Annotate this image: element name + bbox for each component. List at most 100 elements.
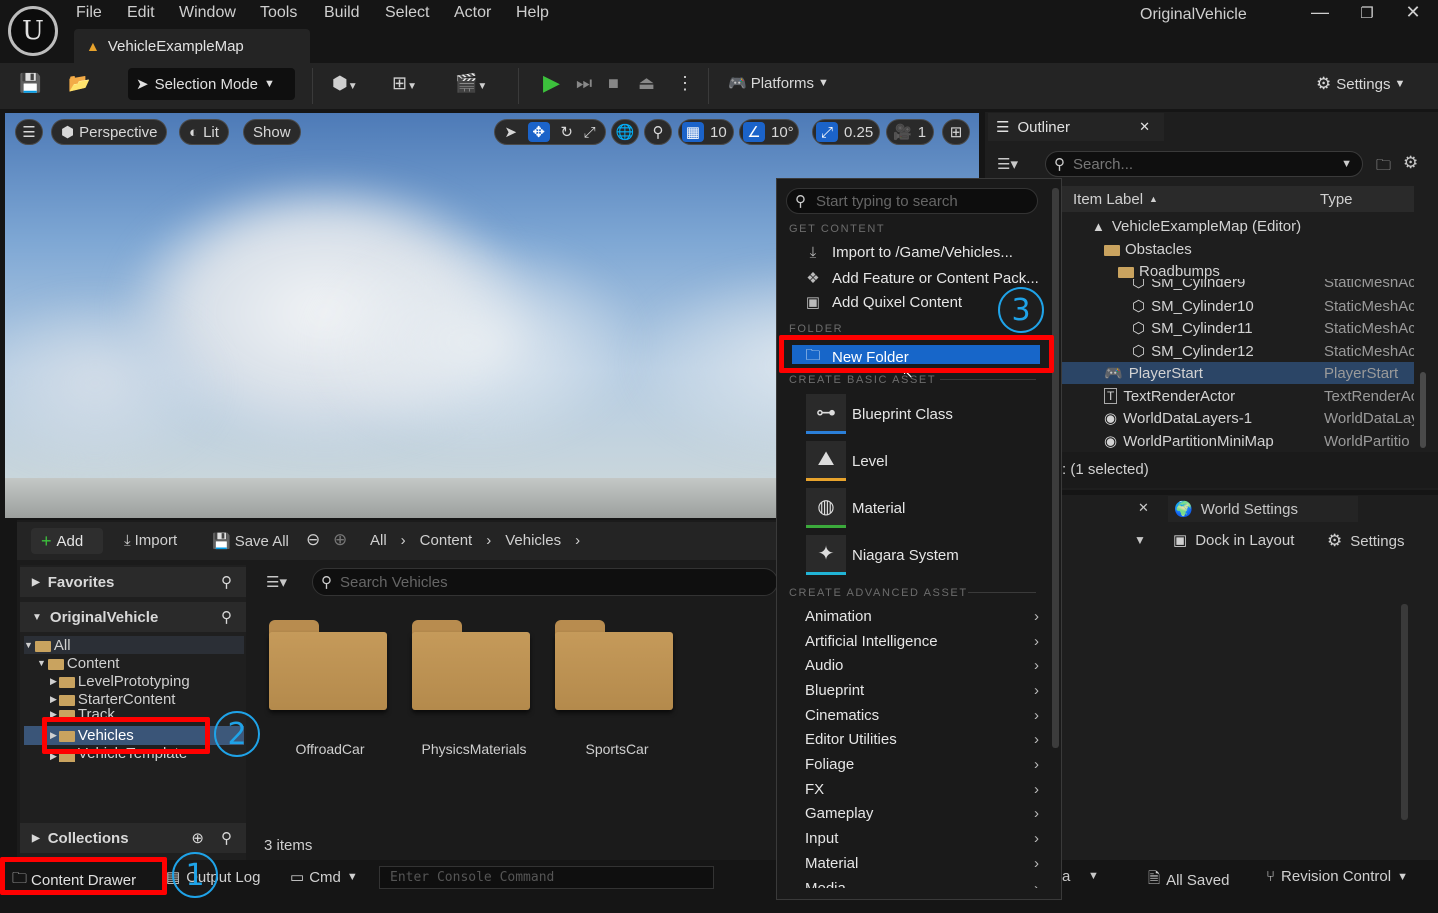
viewport-menu-button[interactable]: ☰ — [15, 119, 43, 145]
outliner-row[interactable]: ⬡ SM_Cylinder10 StaticMeshAc — [1062, 295, 1414, 317]
menu-item-gameplay[interactable]: Gameplay › — [805, 805, 1039, 822]
menu-item-add-quixel[interactable]: ▣ Add Quixel Content — [804, 293, 962, 312]
menu-item-foliage[interactable]: Foliage › — [805, 756, 1039, 773]
scale-snap[interactable]: ⤢ 0.25 — [812, 119, 880, 145]
favorites-header[interactable]: ▶ Favorites ⚲ — [20, 567, 246, 597]
tab-world-settings[interactable]: 🌍 World Settings — [1168, 496, 1358, 522]
breadcrumb-vehicles[interactable]: Vehicles — [505, 532, 561, 549]
filter-icon[interactable]: ☰▾ — [266, 573, 287, 591]
world-local-toggle[interactable]: 🌐 — [611, 119, 639, 145]
cinematics-icon[interactable]: 🎬▼ — [455, 73, 487, 94]
add-collection-icon[interactable]: ⊕ — [191, 829, 204, 847]
gear-icon[interactable]: ⚙ — [1403, 153, 1418, 173]
scale-tool-icon[interactable]: ⤢ — [584, 124, 596, 141]
outliner-row[interactable]: ◉ WorldPartitionMiniMap WorldPartitio — [1062, 430, 1414, 452]
cmd-dropdown[interactable]: ▭ Cmd ▼ — [290, 868, 358, 887]
outliner-row[interactable]: ⬡ SM_Cylinder12 StaticMeshAc — [1062, 340, 1414, 362]
advance-frame-icon[interactable]: ⏭ — [576, 73, 592, 94]
lit-button[interactable]: ◐ Lit — [179, 119, 229, 145]
settings-dropdown[interactable]: ⚙ Settings ▼ — [1316, 74, 1405, 94]
close-tab-icon[interactable]: ✕ — [1139, 119, 1150, 135]
surface-snap-toggle[interactable]: ⚲ — [644, 119, 672, 145]
all-saved-status[interactable]: 🗎 All Saved — [1148, 868, 1229, 893]
revision-control-dropdown[interactable]: ⑂ Revision Control ▼ — [1266, 868, 1408, 885]
outliner-row[interactable]: ⬡ SM_Cylinder11 StaticMeshAc — [1062, 317, 1414, 339]
tree-item-levelprototyping[interactable]: ▶ LevelPrototyping — [24, 672, 244, 690]
outliner-row[interactable]: ⬡ SM_Cylinder9 StaticMeshAc — [1062, 279, 1414, 291]
chevron-down-icon[interactable]: ▼ — [1134, 533, 1146, 547]
more-options-icon[interactable]: ⋮ — [676, 73, 694, 94]
breadcrumb-all[interactable]: All — [370, 532, 387, 549]
platforms-dropdown[interactable]: 🎮 Platforms ▼ — [728, 74, 829, 93]
forward-icon[interactable]: ⊕ — [333, 530, 347, 550]
show-button[interactable]: Show — [243, 119, 301, 145]
menu-build[interactable]: Build — [324, 4, 360, 22]
menu-select[interactable]: Select — [385, 4, 429, 22]
menu-item-blueprint[interactable]: Blueprint › — [805, 682, 1039, 699]
outliner-row-selected[interactable]: 🎮 PlayerStart PlayerStart — [1062, 362, 1414, 384]
back-icon[interactable]: ⊖ — [306, 530, 320, 550]
menu-file[interactable]: File — [76, 4, 102, 22]
menu-actor[interactable]: Actor — [454, 4, 491, 22]
folder-offroadcar[interactable] — [269, 620, 387, 710]
col-type[interactable]: Type — [1320, 191, 1353, 208]
minimize-icon[interactable]: — — [1305, 2, 1335, 23]
save-icon[interactable]: 💾 — [19, 73, 41, 94]
play-icon[interactable]: ▶ — [543, 70, 560, 96]
menu-help[interactable]: Help — [516, 4, 549, 22]
menu-item-import[interactable]: ⤓ Import to /Game/Vehicles... — [804, 244, 1013, 261]
tree-item-startercontent[interactable]: ▶ StarterContent — [24, 690, 244, 708]
content-browser-icon[interactable]: 📂 — [68, 73, 90, 94]
maximize-icon[interactable]: ❐ — [1352, 4, 1382, 22]
console-input[interactable]: Enter Console Command — [379, 866, 714, 889]
tree-item-all[interactable]: ▼ All — [24, 636, 244, 654]
breadcrumb-content[interactable]: Content — [420, 532, 473, 549]
eject-icon[interactable]: ⏏ — [638, 73, 655, 94]
menu-search-input[interactable]: ⚲ Start typing to search — [786, 188, 1038, 214]
outliner-search-input[interactable]: ⚲ Search... ▼ — [1045, 151, 1363, 177]
perspective-button[interactable]: ⬢ Perspective — [51, 119, 168, 145]
menu-item-material[interactable]: ◍ Material — [806, 488, 1046, 528]
menu-item-blueprint-class[interactable]: ⊶ Blueprint Class — [806, 394, 1046, 434]
add-button[interactable]: + Add — [31, 528, 103, 554]
menu-item-level[interactable]: ⛰ Level — [806, 441, 1046, 481]
search-icon[interactable]: ⚲ — [221, 829, 232, 847]
outliner-row[interactable]: Obstacles — [1062, 238, 1414, 260]
grid-snap[interactable]: ▦ 10 — [678, 119, 734, 145]
outliner-row[interactable]: ▲ VehicleExampleMap (Editor) — [1062, 215, 1414, 237]
menu-item-material-advanced[interactable]: Material › — [805, 855, 1039, 872]
menu-item-animation[interactable]: Animation › — [805, 608, 1039, 625]
folder-physicsmaterials[interactable] — [412, 620, 530, 710]
rotate-tool-icon[interactable]: ↻ — [560, 123, 573, 141]
search-icon[interactable]: ⚲ — [221, 573, 232, 591]
tree-item-content[interactable]: ▼ Content — [24, 654, 244, 672]
rotation-snap[interactable]: ∠ 10° — [739, 119, 799, 145]
move-tool-icon[interactable]: ✥ — [527, 122, 550, 142]
selection-mode-dropdown[interactable]: ➤ Selection Mode ▼ — [128, 68, 295, 100]
menu-edit[interactable]: Edit — [127, 4, 155, 22]
stop-icon[interactable]: ■ — [608, 73, 619, 94]
menu-tools[interactable]: Tools — [260, 4, 297, 22]
close-tab-icon[interactable]: ✕ — [1138, 500, 1149, 516]
menu-item-input[interactable]: Input › — [805, 830, 1039, 847]
chevron-down-icon[interactable]: ▼ — [1088, 870, 1099, 882]
camera-speed[interactable]: 🎥 1 — [886, 119, 934, 145]
menu-window[interactable]: Window — [179, 4, 236, 22]
close-icon[interactable]: ✕ — [1398, 2, 1428, 23]
outliner-row[interactable]: Roadbumps — [1062, 261, 1414, 281]
menu-item-cinematics[interactable]: Cinematics › — [805, 707, 1039, 724]
menu-item-editor-utilities[interactable]: Editor Utilities › — [805, 731, 1039, 748]
unreal-logo-icon[interactable]: U — [8, 6, 58, 56]
menu-scrollbar[interactable] — [1052, 188, 1059, 748]
details-scrollbar[interactable] — [1401, 604, 1408, 820]
tab-outliner[interactable]: ☰ Outliner ✕ — [988, 113, 1164, 141]
tab-vehicle-example-map[interactable]: ▲ VehicleExampleMap — [74, 29, 310, 63]
project-header[interactable]: ▼ OriginalVehicle ⚲ — [20, 602, 246, 632]
add-folder-icon[interactable]: 🗀 — [1376, 155, 1391, 180]
menu-item-fx[interactable]: FX › — [805, 781, 1039, 798]
menu-item-add-feature-pack[interactable]: ❖ Add Feature or Content Pack... — [804, 269, 1039, 288]
folder-sportscar[interactable] — [555, 620, 673, 710]
menu-item-audio[interactable]: Audio › — [805, 657, 1039, 674]
menu-item-media[interactable]: Media› — [805, 880, 1039, 888]
outliner-scrollbar[interactable] — [1420, 372, 1426, 448]
